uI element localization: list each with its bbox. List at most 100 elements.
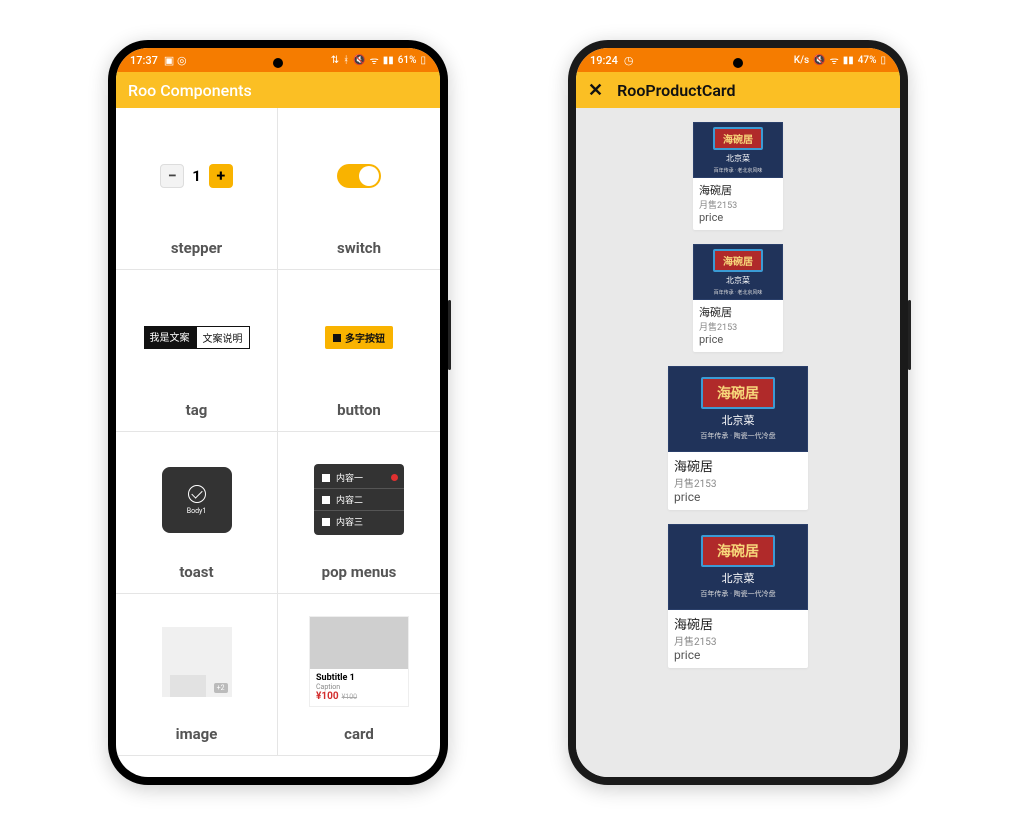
phone-left-frame: 17:37 ▣ ◎ ⇅ ᚼ 🔇 ᯤ ▮▮ 61% ▯ Roo Component…	[108, 40, 448, 785]
product-image: 海碗居北京菜百年传承 · 老北京风味	[693, 122, 783, 178]
status-mute-icon: 🔇	[813, 55, 825, 66]
cell-label: image	[176, 725, 218, 743]
check-icon	[188, 485, 206, 503]
status-bt-icon: ᚼ	[343, 55, 349, 66]
cell-label: card	[344, 725, 374, 743]
cell-tag[interactable]: 我是文案 文案说明 tag	[116, 270, 278, 432]
status-wifi-icon: ᯤ	[830, 53, 839, 67]
image-placeholder: +2	[162, 627, 232, 697]
phone-right-frame: 19:24 ◷ K/s 🔇 ᯤ ▮▮ 47% ▯ ✕ RooProductCar…	[568, 40, 908, 785]
tag-light: 文案说明	[196, 326, 250, 349]
cell-image[interactable]: +2 image	[116, 594, 278, 756]
product-sales: 月售2153	[674, 475, 802, 490]
status-clock-icon: ◷	[624, 54, 634, 67]
status-wifi-icon: ᯤ	[370, 53, 379, 67]
product-card[interactable]: 海碗居北京菜百年传承 · 老北京风味海碗居月售2153price	[693, 244, 783, 352]
product-list[interactable]: 海碗居北京菜百年传承 · 老北京风味海碗居月售2153price海碗居北京菜百年…	[576, 108, 900, 777]
notification-dot-icon	[391, 474, 398, 481]
stepper-plus-button[interactable]: +	[209, 164, 233, 188]
product-image: 海碗居北京菜百年传承 · 老北京风味	[693, 244, 783, 300]
status-signal-icon: ▮▮	[843, 55, 854, 66]
product-tagline: 百年传承 · 陶瓷一代冷盘	[700, 589, 775, 599]
product-name: 海碗居	[699, 304, 777, 320]
pop-menu-item[interactable]: 内容一	[314, 467, 404, 489]
product-tagline: 百年传承 · 陶瓷一代冷盘	[700, 431, 775, 441]
cell-label: button	[337, 401, 381, 419]
camera-hole	[273, 58, 283, 68]
camera-hole	[733, 58, 743, 68]
product-name: 海碗居	[674, 614, 802, 633]
cell-label: pop menus	[322, 563, 397, 581]
product-price: price	[699, 333, 777, 346]
pop-menu: 内容一 内容二 内容三	[314, 464, 404, 535]
cell-toast[interactable]: Body1 toast	[116, 432, 278, 594]
product-logo: 海碗居	[713, 249, 763, 272]
product-cuisine: 北京菜	[726, 153, 750, 164]
close-button[interactable]: ✕	[588, 80, 603, 101]
cell-button[interactable]: 多字按钮 button	[278, 270, 440, 432]
product-price: price	[674, 490, 802, 504]
app-title: RooProductCard	[617, 81, 735, 100]
tag-dark: 我是文案	[144, 326, 196, 349]
product-price: price	[699, 211, 777, 224]
cell-label: switch	[337, 239, 381, 257]
stepper-value: 1	[192, 167, 201, 185]
product-cuisine: 北京菜	[722, 412, 755, 428]
cell-card[interactable]: Subtitle 1 Caption ¥100¥100 card	[278, 594, 440, 756]
status-net: K/s	[794, 55, 809, 66]
button-text: 多字按钮	[345, 330, 385, 345]
status-time: 19:24	[590, 54, 618, 67]
phone-right-screen: 19:24 ◷ K/s 🔇 ᯤ ▮▮ 47% ▯ ✕ RooProductCar…	[576, 48, 900, 777]
product-logo: 海碗居	[701, 377, 775, 409]
image-count-badge: +2	[214, 683, 228, 693]
cell-stepper[interactable]: − 1 + stepper	[116, 108, 278, 270]
pop-menu-item[interactable]: 内容三	[314, 511, 404, 532]
product-name: 海碗居	[699, 182, 777, 198]
product-logo: 海碗居	[713, 127, 763, 150]
product-sales: 月售2153	[699, 198, 777, 211]
cell-label: stepper	[171, 239, 222, 257]
product-name: 海碗居	[674, 456, 802, 475]
product-card[interactable]: 海碗居北京菜百年传承 · 老北京风味海碗居月售2153price	[693, 122, 783, 230]
product-card[interactable]: 海碗居北京菜百年传承 · 陶瓷一代冷盘海碗居月售2153price	[668, 366, 808, 510]
toast: Body1	[162, 467, 232, 533]
status-signal-icon: ▮▮	[383, 55, 394, 66]
status-battery-icon: ▯	[880, 55, 886, 66]
cell-label: toast	[179, 563, 213, 581]
sample-card[interactable]: Subtitle 1 Caption ¥100¥100	[309, 616, 409, 707]
pop-menu-item[interactable]: 内容二	[314, 489, 404, 511]
toast-body: Body1	[187, 507, 207, 515]
status-battery: 61%	[398, 55, 417, 66]
status-battery-icon: ▯	[420, 55, 426, 66]
product-cuisine: 北京菜	[722, 570, 755, 586]
product-logo: 海碗居	[701, 535, 775, 567]
status-battery: 47%	[858, 55, 877, 66]
phone-left-screen: 17:37 ▣ ◎ ⇅ ᚼ 🔇 ᯤ ▮▮ 61% ▯ Roo Component…	[116, 48, 440, 777]
card-thumb	[310, 617, 408, 669]
card-caption: Caption	[316, 683, 402, 691]
cell-switch[interactable]: switch	[278, 108, 440, 270]
status-net-icon: ⇅	[331, 55, 339, 66]
product-image: 海碗居北京菜百年传承 · 陶瓷一代冷盘	[668, 366, 808, 452]
product-tagline: 百年传承 · 老北京风味	[714, 289, 763, 296]
cell-label: tag	[186, 401, 208, 419]
product-tagline: 百年传承 · 老北京风味	[714, 167, 763, 174]
sample-button[interactable]: 多字按钮	[325, 326, 393, 349]
product-image: 海碗居北京菜百年传承 · 陶瓷一代冷盘	[668, 524, 808, 610]
status-app-icons: ▣ ◎	[164, 54, 187, 67]
card-price: ¥100¥100	[316, 691, 402, 702]
app-bar: Roo Components	[116, 72, 440, 108]
product-cuisine: 北京菜	[726, 275, 750, 286]
app-bar: ✕ RooProductCard	[576, 72, 900, 108]
component-grid: − 1 + stepper switch 我是文案 文案说明	[116, 108, 440, 777]
stepper: − 1 +	[160, 164, 233, 188]
switch-toggle[interactable]	[337, 164, 381, 188]
stepper-minus-button[interactable]: −	[160, 164, 184, 188]
tag-group: 我是文案 文案说明	[144, 326, 250, 349]
product-sales: 月售2153	[699, 320, 777, 333]
status-time: 17:37	[130, 54, 158, 67]
product-sales: 月售2153	[674, 633, 802, 648]
app-title: Roo Components	[128, 81, 252, 100]
product-card[interactable]: 海碗居北京菜百年传承 · 陶瓷一代冷盘海碗居月售2153price	[668, 524, 808, 668]
cell-popmenus[interactable]: 内容一 内容二 内容三 pop menus	[278, 432, 440, 594]
